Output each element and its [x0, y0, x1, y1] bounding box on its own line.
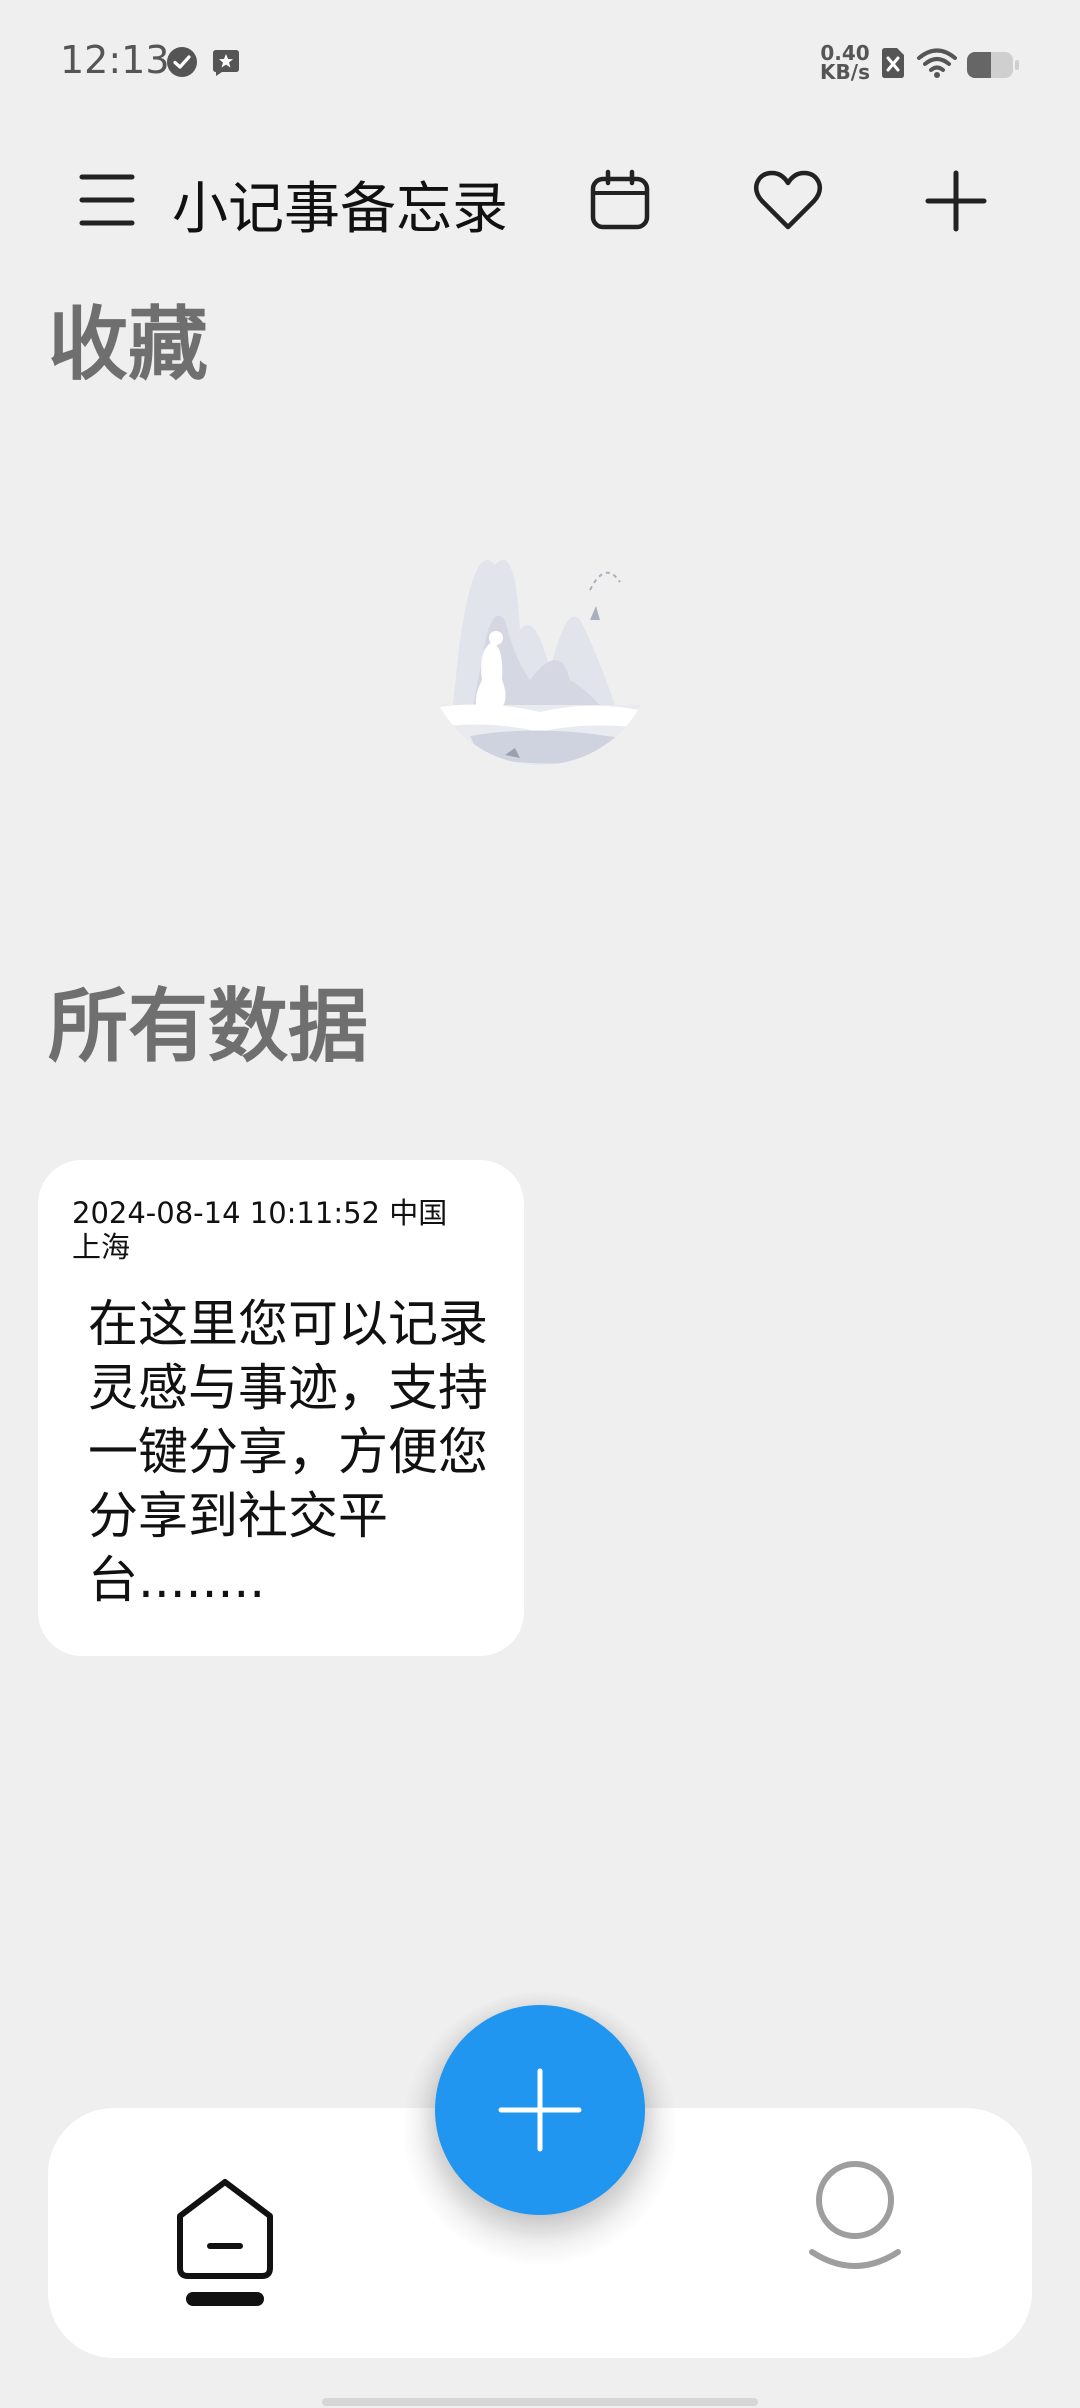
favorites-heading: 收藏 [48, 298, 208, 391]
gesture-bar [322, 2398, 758, 2406]
sim-x-icon [882, 48, 904, 78]
nav-profile-tab[interactable] [800, 2156, 910, 2286]
calendar-icon [590, 169, 650, 230]
note-meta: 2024-08-14 10:11:52 中国 上海 [72, 1196, 448, 1264]
empty-state-illustration [425, 535, 655, 765]
nav-home-tab[interactable] [170, 2176, 280, 2312]
favorites-button[interactable] [748, 164, 828, 238]
menu-icon [79, 174, 135, 226]
active-tab-indicator [186, 2292, 264, 2306]
status-bar: 12:13 0.40 KB/s [0, 0, 1080, 130]
app-title: 小记事备忘录 [172, 177, 508, 242]
battery-icon [967, 52, 1019, 78]
note-card[interactable]: 2024-08-14 10:11:52 中国 上海 在这里您可以记录灵感与事迹，… [38, 1160, 524, 1656]
check-circle-icon [167, 47, 197, 77]
network-speed-unit: KB/s [820, 60, 870, 84]
network-speed: 0.40 KB/s [820, 43, 870, 84]
all-data-heading: 所有数据 [48, 980, 368, 1073]
app-screen: 12:13 0.40 KB/s 小记事备忘录 收藏 所有数据 2024-08-1… [0, 0, 1080, 2408]
add-icon [498, 2068, 582, 2152]
note-content: 在这里您可以记录灵感与事迹，支持一键分享，方便您分享到社交平台........ [88, 1295, 488, 1609]
menu-button[interactable] [78, 170, 136, 230]
star-notification-icon [213, 50, 239, 76]
profile-icon [809, 2161, 901, 2269]
home-icon [177, 2179, 273, 2306]
calendar-button[interactable] [580, 164, 660, 238]
add-fab-button[interactable] [435, 2005, 645, 2215]
wifi-icon [917, 48, 957, 78]
status-time: 12:13 [60, 38, 170, 82]
heart-icon [753, 170, 823, 230]
plus-icon [925, 170, 987, 232]
add-note-button[interactable] [916, 164, 996, 238]
